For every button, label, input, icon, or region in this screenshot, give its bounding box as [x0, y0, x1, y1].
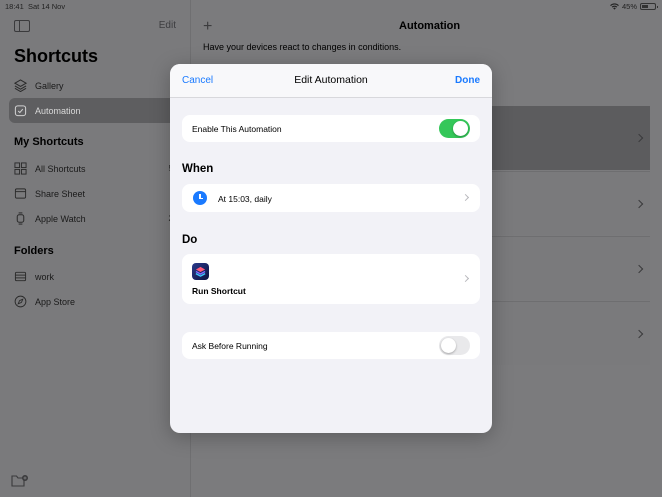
status-date: Sat 14 Nov [28, 2, 66, 11]
sidebar-item-label: Apple Watch [35, 213, 86, 224]
automation-card[interactable] [470, 236, 650, 300]
battery-percent: 45% [621, 2, 637, 11]
sidebar-item-label: Gallery [35, 80, 64, 91]
automation-card[interactable] [470, 106, 650, 170]
toggle-knob [441, 338, 456, 353]
sidebar-item-label: Share Sheet [35, 188, 86, 199]
wifi-icon [610, 3, 619, 10]
ask-before-running-toggle[interactable] [439, 336, 470, 355]
sidebar-item-gallery[interactable]: Gallery [9, 73, 191, 98]
page-description: Have your devices react to changes in co… [203, 42, 402, 52]
sidebar-title: Shortcuts [14, 46, 99, 66]
modal-header: Cancel Edit Automation Done [170, 64, 492, 98]
when-value: At 15:03, daily [218, 194, 272, 204]
automation-card[interactable] [470, 171, 650, 235]
page-title: Automation [399, 20, 461, 32]
compass-icon [14, 295, 27, 308]
clock-icon [193, 191, 207, 205]
do-heading: Do [182, 234, 198, 246]
status-right: 45% [610, 2, 658, 11]
when-row[interactable]: At 15:03, daily [182, 184, 480, 212]
sidebar-edit-button[interactable]: Edit [159, 20, 176, 31]
chevron-right-icon [461, 193, 470, 202]
sidebar-item-app-store[interactable]: App Store [9, 289, 191, 314]
sidebar-item-work[interactable]: work [9, 264, 191, 289]
battery-icon [640, 3, 658, 10]
ask-before-running-row: Ask Before Running [182, 332, 480, 359]
status-time: 18:41 [5, 2, 24, 11]
do-action-row[interactable]: Run Shortcut [182, 254, 480, 304]
modal-title: Edit Automation [294, 74, 368, 86]
when-heading: When [182, 163, 214, 175]
edit-automation-modal: Cancel Edit Automation Done Enable This … [170, 64, 492, 433]
sidebar-item-label: All Shortcuts [35, 163, 86, 174]
sidebar-item-apple-watch[interactable]: Apple Watch 2 [9, 206, 191, 231]
done-button[interactable]: Done [455, 75, 480, 86]
sidebar-toggle-icon[interactable] [14, 20, 30, 32]
share-icon [14, 187, 27, 200]
sidebar-item-label: Automation [35, 105, 81, 116]
sidebar-item-all-shortcuts[interactable]: All Shortcuts 5 [9, 156, 191, 181]
sidebar: Edit Shortcuts Gallery Automation My Sho… [0, 0, 191, 497]
enable-automation-row: Enable This Automation [182, 115, 480, 142]
chevron-right-icon [634, 133, 644, 143]
chevron-right-icon [634, 264, 644, 274]
grid-icon [14, 162, 27, 175]
sidebar-toolbar: Edit [14, 18, 176, 36]
chevron-right-icon [461, 274, 470, 283]
watch-icon [14, 212, 27, 225]
add-automation-icon[interactable]: + [203, 18, 212, 36]
chevron-right-icon [634, 199, 644, 209]
shortcuts-app-icon [192, 263, 209, 280]
sidebar-item-automation[interactable]: Automation [9, 98, 191, 123]
sidebar-item-label: App Store [35, 296, 76, 307]
folder-icon [14, 270, 27, 283]
sidebar-item-share-sheet[interactable]: Share Sheet [9, 181, 191, 206]
chevron-right-icon [634, 329, 644, 339]
sidebar-item-label: work [35, 271, 55, 282]
new-folder-icon[interactable] [11, 474, 29, 488]
toggle-knob [453, 121, 468, 136]
ask-before-running-label: Ask Before Running [192, 341, 268, 351]
do-action-label: Run Shortcut [192, 286, 246, 296]
folders-heading: Folders [14, 245, 54, 257]
enable-automation-toggle[interactable] [439, 119, 470, 138]
enable-automation-label: Enable This Automation [192, 124, 282, 134]
layers-icon [14, 79, 27, 92]
automation-card[interactable] [470, 301, 650, 365]
clock-check-icon [14, 104, 27, 117]
my-shortcuts-heading: My Shortcuts [14, 136, 84, 148]
status-bar: 18:41 Sat 14 Nov 45% [0, 0, 662, 12]
